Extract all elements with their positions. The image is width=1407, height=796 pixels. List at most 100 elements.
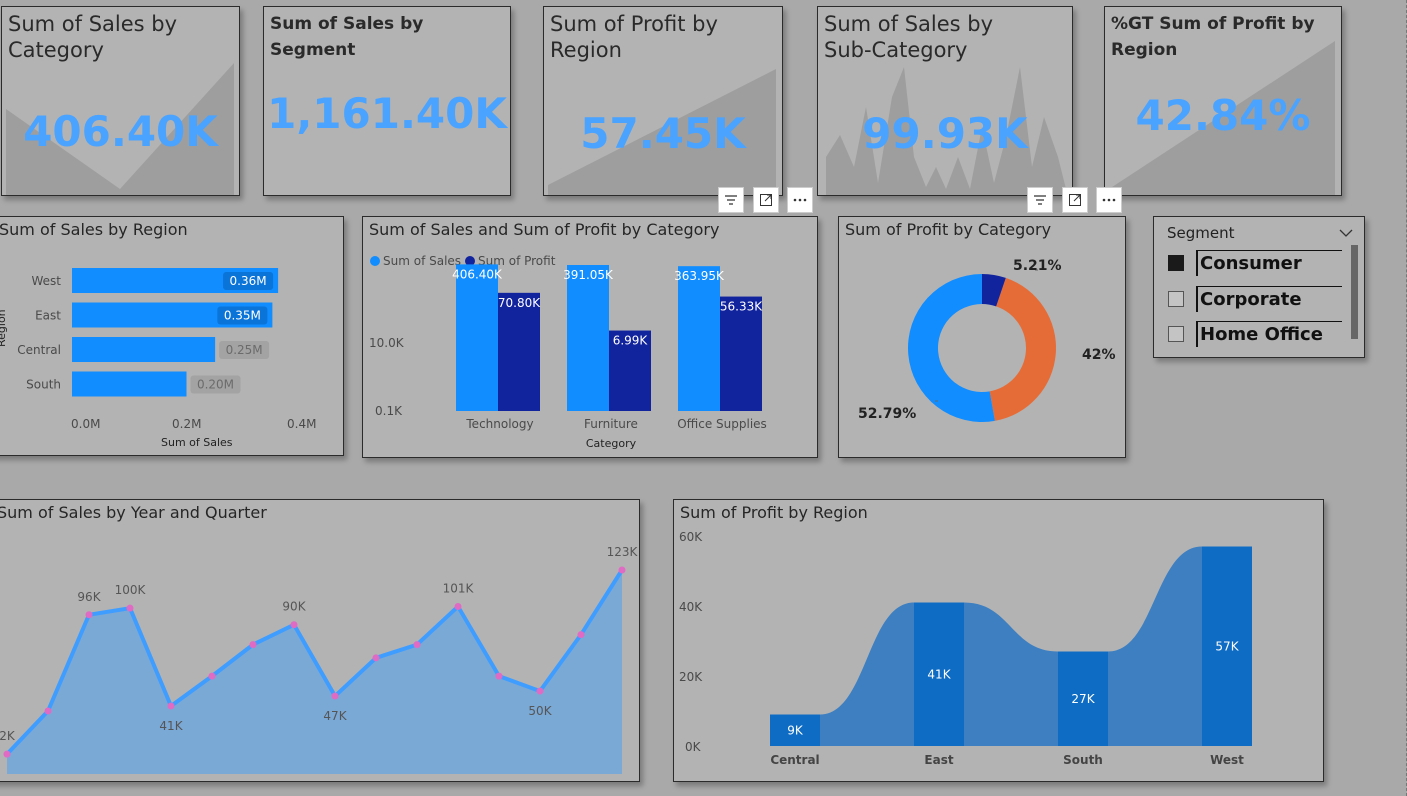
- data-point[interactable]: [167, 702, 175, 710]
- sales-by-quarter-chart[interactable]: Sum of Sales by Year and Quarter 2K 96K 10…: [0, 499, 640, 782]
- focus-mode-icon[interactable]: [753, 187, 779, 213]
- x-tick: Office Supplies: [677, 417, 767, 431]
- y-tick: South: [26, 378, 61, 392]
- data-label: 6.99K: [613, 334, 649, 348]
- y-tick: 10.0K: [369, 336, 405, 350]
- kpi-card-sales-segment[interactable]: Sum of Sales by Segment 1,161.40K: [263, 6, 511, 196]
- kpi-title: %GT Sum of Profit by Region: [1111, 14, 1315, 60]
- data-point[interactable]: [3, 750, 11, 758]
- checkbox[interactable]: [1168, 291, 1184, 307]
- x-tick: 0.2M: [172, 417, 201, 431]
- x-tick: Central: [770, 753, 819, 767]
- data-point[interactable]: [618, 566, 626, 574]
- sales-profit-by-category-chart[interactable]: Sum of Sales and Sum of Profit by Catego…: [362, 216, 818, 458]
- data-point[interactable]: [208, 672, 216, 680]
- slice[interactable]: [989, 277, 1056, 421]
- legend-sales: Sum of Sales: [383, 254, 461, 268]
- data-label: 41K: [159, 719, 183, 733]
- data-label: 0.20M: [197, 378, 234, 392]
- slicer-item-label: Home Office: [1196, 321, 1342, 347]
- more-options-icon[interactable]: [1096, 187, 1122, 213]
- data-label: 96K: [77, 590, 101, 604]
- data-point[interactable]: [331, 692, 339, 700]
- ribbon-band: [770, 546, 1252, 746]
- data-label: 42%: [1082, 347, 1116, 363]
- bar[interactable]: [678, 266, 720, 411]
- data-point[interactable]: [44, 707, 52, 715]
- data-point[interactable]: [290, 621, 298, 629]
- data-label: 41K: [927, 667, 951, 681]
- data-label: 0.35M: [224, 309, 261, 323]
- y-axis-label: Region: [0, 309, 8, 347]
- x-tick: East: [924, 753, 953, 767]
- slicer-item-home-office[interactable]: Home Office: [1168, 319, 1342, 349]
- data-label: 47K: [323, 709, 347, 723]
- data-point[interactable]: [454, 602, 462, 610]
- slicer-item-consumer[interactable]: Consumer: [1168, 248, 1342, 278]
- kpi-title: Sum of Sales by Sub-Category: [824, 12, 994, 62]
- data-label: 52.79%: [858, 406, 916, 422]
- data-point[interactable]: [495, 672, 503, 680]
- data-point[interactable]: [413, 641, 421, 649]
- kpi-value: 42.84%: [1135, 91, 1311, 140]
- data-label: 70.80K: [498, 296, 541, 310]
- legend-dot-sales: [370, 256, 380, 266]
- y-tick: West: [31, 274, 61, 288]
- focus-mode-icon[interactable]: [1062, 187, 1088, 213]
- data-label: 2K: [0, 729, 16, 743]
- sales-by-region-chart[interactable]: Sum of Sales by Region West 0.36M East 0.35…: [0, 216, 344, 456]
- data-point[interactable]: [372, 654, 380, 662]
- slice[interactable]: [908, 274, 995, 422]
- data-point[interactable]: [536, 687, 544, 695]
- slicer-item-corporate[interactable]: Corporate: [1168, 284, 1342, 314]
- data-point[interactable]: [126, 604, 134, 612]
- checkbox[interactable]: [1168, 255, 1184, 271]
- ribbon-plot: 60K 40K 20K 0K 9K Central 41K East 27K South 5…: [679, 530, 1252, 767]
- filter-icon[interactable]: [718, 187, 744, 213]
- data-label: 391.05K: [563, 268, 614, 282]
- y-tick: East: [35, 309, 61, 323]
- kpi-card-sales-category[interactable]: Sum of Sales by Category 406.40K: [1, 6, 240, 196]
- data-label: 0.36M: [230, 274, 267, 288]
- x-tick: South: [1063, 753, 1103, 767]
- chevron-down-icon[interactable]: [1339, 223, 1353, 242]
- data-label: 123K: [607, 545, 639, 559]
- y-tick: 0K: [685, 740, 702, 754]
- data-point[interactable]: [249, 641, 257, 649]
- bar[interactable]: [567, 265, 609, 411]
- kpi-value: 406.40K: [23, 107, 218, 156]
- kpi-value: 57.45K: [580, 109, 746, 158]
- filter-icon[interactable]: [1027, 187, 1053, 213]
- kpi-card-sales-subcategory[interactable]: Sum of Sales by Sub-Category 99.93K: [817, 6, 1073, 196]
- bar[interactable]: [498, 292, 540, 411]
- kpi-card-profit-region[interactable]: Sum of Profit by Region 57.45K: [543, 6, 783, 196]
- y-tick: 20K: [679, 670, 703, 684]
- profit-by-region-chart[interactable]: Sum of Profit by Region 60K 40K 20K 0K 9…: [673, 499, 1324, 782]
- scrollbar[interactable]: [1351, 245, 1358, 339]
- area-plot: 2K 96K 100K 41K 90K 47K 101K 50K 123K: [0, 545, 639, 774]
- data-label: 101K: [443, 581, 475, 595]
- data-point[interactable]: [85, 611, 93, 619]
- kpi-card-gt-profit-region[interactable]: %GT Sum of Profit by Region 42.84%: [1104, 6, 1342, 196]
- more-options-icon[interactable]: [787, 187, 813, 213]
- bar[interactable]: [456, 264, 498, 411]
- bar[interactable]: [720, 296, 762, 411]
- kpi-title: Sum of Profit by Region: [550, 12, 718, 62]
- data-label: 27K: [1071, 692, 1095, 706]
- y-tick: 60K: [679, 530, 703, 544]
- data-label: 50K: [528, 704, 552, 718]
- segment-slicer[interactable]: Segment Consumer Corporate Home Office: [1153, 216, 1365, 358]
- checkbox[interactable]: [1168, 326, 1184, 342]
- x-tick: West: [1210, 753, 1244, 767]
- bar[interactable]: [72, 337, 216, 362]
- slicer-item-label: Corporate: [1196, 286, 1342, 312]
- x-axis-label: Sum of Sales: [161, 436, 233, 449]
- kpi-title: Sum of Sales by Segment: [270, 14, 424, 60]
- data-point[interactable]: [577, 631, 585, 639]
- data-label: 5.21%: [1013, 258, 1062, 274]
- bar[interactable]: [72, 371, 187, 397]
- profit-by-category-chart[interactable]: Sum of Profit by Category 52.79% 42% 5.21%: [838, 216, 1126, 458]
- data-label: 9K: [787, 723, 804, 737]
- slicer-title: Segment: [1167, 224, 1235, 242]
- x-tick: 0.0M: [71, 417, 100, 431]
